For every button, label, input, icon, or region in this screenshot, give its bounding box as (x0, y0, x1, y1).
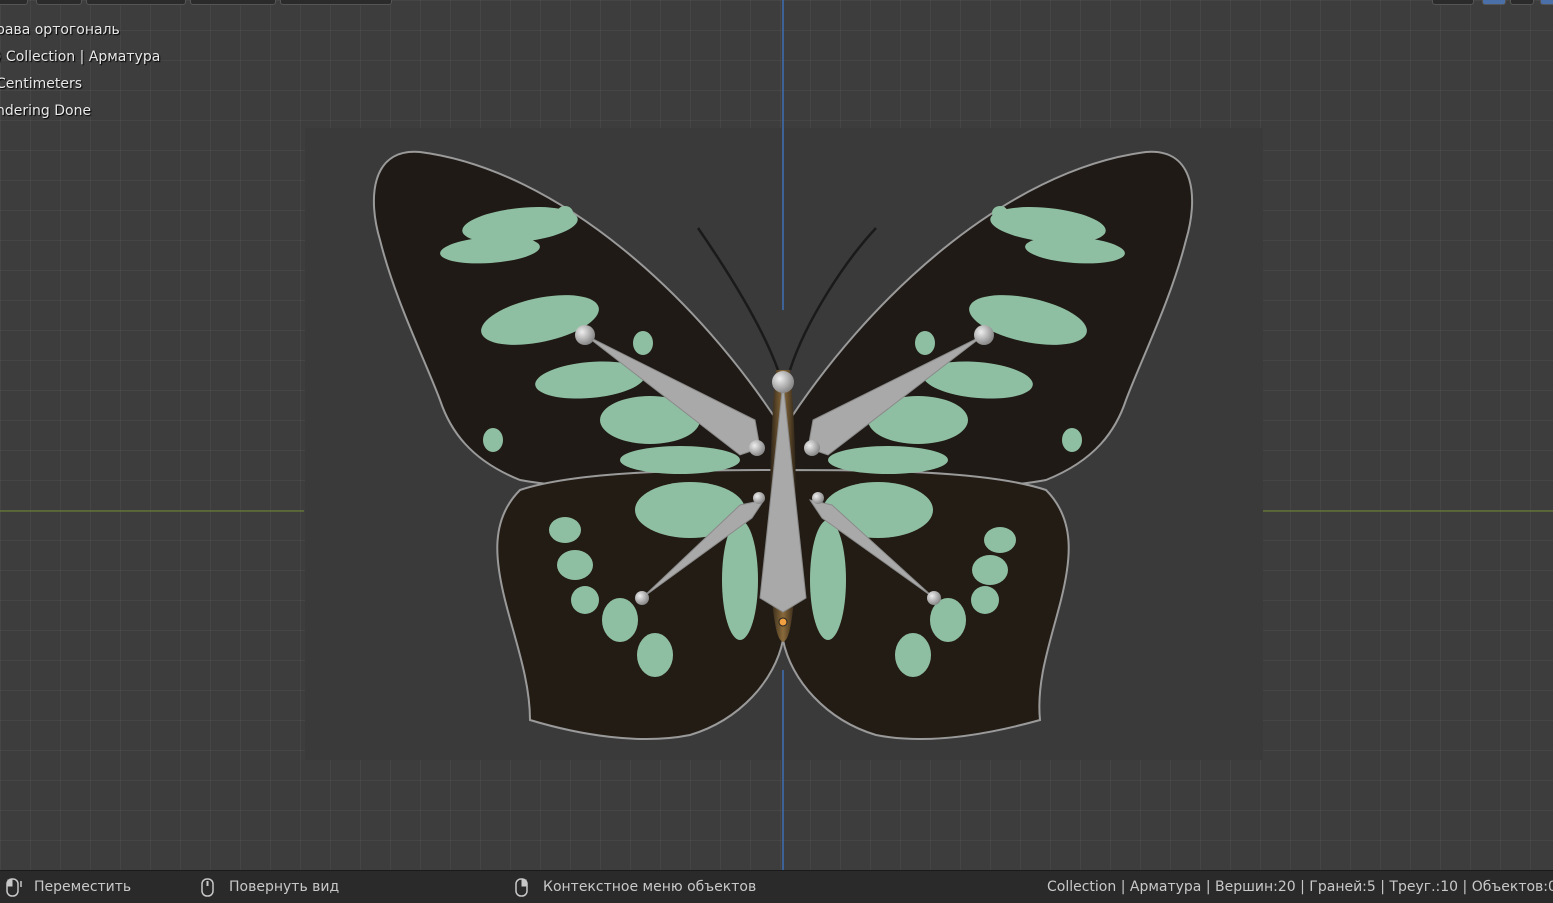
mouse-left-icon (6, 878, 22, 897)
joint-right-upper-tip[interactable] (974, 325, 994, 345)
scene-stats: Collection | Арматура | Вершин:20 | Гран… (1047, 879, 1553, 895)
joint-right-lower-tip[interactable] (927, 591, 941, 605)
hint-rotate-view: Повернуть вид (229, 879, 340, 895)
object-origin-icon (778, 617, 788, 627)
joint-left-lower-tip[interactable] (635, 591, 649, 605)
status-bar: Переместить Повернуть вид Контекстное ме… (0, 870, 1553, 903)
joint-right-upper-root[interactable] (804, 440, 820, 456)
mouse-middle-icon (201, 878, 214, 897)
hint-context-menu: Контекстное меню объектов (543, 879, 757, 895)
joint-left-upper-tip[interactable] (575, 325, 595, 345)
3d-viewport[interactable]: рава ортогональ ) Collection | Арматура … (0, 0, 1553, 870)
joint-left-lower-root[interactable] (753, 492, 765, 504)
scene-canvas[interactable] (0, 0, 1553, 870)
joint-right-lower-root[interactable] (812, 492, 824, 504)
joint-head[interactable] (772, 371, 794, 393)
joint-left-upper-root[interactable] (749, 440, 765, 456)
hint-move: Переместить (34, 879, 132, 895)
mouse-right-icon (515, 878, 528, 897)
